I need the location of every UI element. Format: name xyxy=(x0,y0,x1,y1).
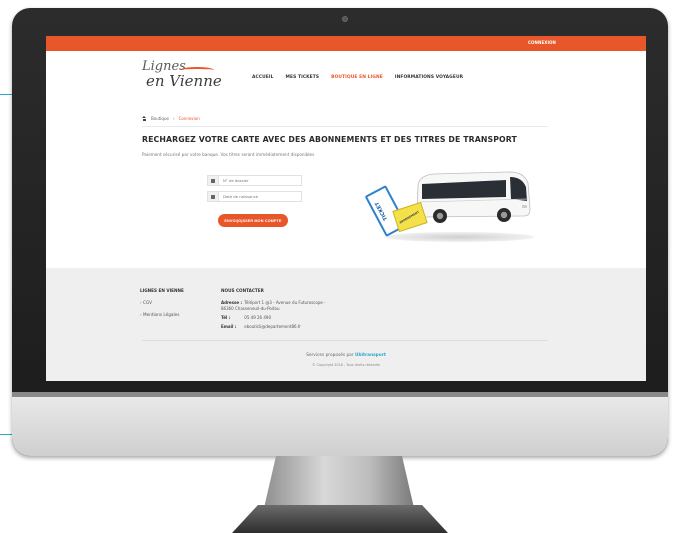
home-icon[interactable] xyxy=(142,116,147,121)
website-screen: CONNEXION Lignes en Vienne ACCUEIL MES T… xyxy=(46,36,646,381)
top-bar: CONNEXION xyxy=(46,36,646,51)
user-icon xyxy=(208,176,219,185)
subscription-label: ABONNEMENT xyxy=(398,209,420,225)
breadcrumb-home[interactable]: Boutique xyxy=(151,116,169,121)
email-value[interactable]: ebouticli@departement86.fr xyxy=(244,324,301,329)
nav-item-accueil[interactable]: ACCUEIL xyxy=(252,75,274,80)
monitor-chin xyxy=(12,397,668,456)
submit-button[interactable]: ENVOI(G)SSER MON COMPTE xyxy=(218,214,288,227)
footer-services: Services proposés par Ubitransport xyxy=(46,353,646,358)
nav-item-informations[interactable]: INFORMATIONS VOYAGEUR xyxy=(395,75,463,80)
scene: CONNEXION Lignes en Vienne ACCUEIL MES T… xyxy=(0,0,680,533)
tel-value: 05 49 26 490 xyxy=(244,315,271,320)
illustration-shadow xyxy=(384,232,534,242)
footer-link-mentions[interactable]: Mentions Légales xyxy=(140,312,184,317)
camera-icon xyxy=(342,16,348,22)
page-subtitle: Paiement sécurisé par votre banque. Vos … xyxy=(142,152,315,157)
services-brand[interactable]: Ubitransport xyxy=(355,353,386,358)
bus-illustration: TICKET ABONNEMENT xyxy=(364,166,534,246)
address-label: Adresse : xyxy=(221,300,243,305)
nav-item-mes-tickets[interactable]: MES TICKETS xyxy=(286,75,320,80)
breadcrumb-current: Connexion xyxy=(178,116,200,121)
ticket-label: TICKET xyxy=(374,200,390,222)
file-number-input[interactable] xyxy=(219,178,299,183)
footer-address-line2: 86360 Chasseneuil-du-Poitou xyxy=(221,306,280,311)
birth-date-field[interactable] xyxy=(207,191,302,202)
footer-copyright: © Copyright 2018 - Tous droits réservés xyxy=(312,363,380,367)
site-header: Lignes en Vienne ACCUEIL MES TICKETS BOU… xyxy=(46,51,646,96)
tel-label: Tél : xyxy=(221,315,231,320)
monitor-stand-base xyxy=(232,505,448,533)
footer-heading-lignes: LIGNES EN VIENNE xyxy=(140,288,184,293)
birth-date-input[interactable] xyxy=(219,194,299,199)
services-text: Services proposés par xyxy=(306,353,354,358)
footer-heading-contact: NOUS CONTACTER xyxy=(221,288,264,293)
monitor-stand-neck xyxy=(264,456,414,508)
connect-link[interactable]: CONNEXION xyxy=(528,40,556,45)
footer-link-cgv[interactable]: CGV xyxy=(140,300,184,305)
nav-item-boutique[interactable]: BOUTIQUE EN LIGNE xyxy=(331,75,383,80)
main-nav: ACCUEIL MES TICKETS BOUTIQUE EN LIGNE IN… xyxy=(252,75,463,80)
email-label: Email : xyxy=(221,324,237,329)
footer-contact: NOUS CONTACTER Adresse : Téléport 1 @3 -… xyxy=(221,288,326,329)
monitor-frame: CONNEXION Lignes en Vienne ACCUEIL MES T… xyxy=(12,8,668,456)
footer-email: Email : ebouticli@departement86.fr xyxy=(221,324,326,329)
address-value: Téléport 1 @3 - Avenue du Futuroscope - xyxy=(244,300,326,305)
footer-links: LIGNES EN VIENNE CGV Mentions Légales xyxy=(140,288,184,317)
site-footer: LIGNES EN VIENNE CGV Mentions Légales NO… xyxy=(46,268,646,381)
bus-icon xyxy=(416,171,531,223)
footer-tel: Tél : 05 49 26 490 xyxy=(221,315,326,320)
calendar-icon xyxy=(208,192,219,201)
footer-address: Adresse : Téléport 1 @3 - Avenue du Futu… xyxy=(221,300,326,305)
breadcrumb-separator: › xyxy=(172,116,175,121)
page-title: RECHARGEZ VOTRE CARTE AVEC DES ABONNEMEN… xyxy=(142,135,517,144)
logo-line2: en Vienne xyxy=(146,72,222,90)
breadcrumb: Boutique › Connexion xyxy=(142,116,200,121)
site-logo[interactable]: Lignes en Vienne xyxy=(142,59,222,91)
divider xyxy=(142,126,548,127)
footer-divider xyxy=(142,340,548,341)
file-number-field[interactable] xyxy=(207,175,302,186)
